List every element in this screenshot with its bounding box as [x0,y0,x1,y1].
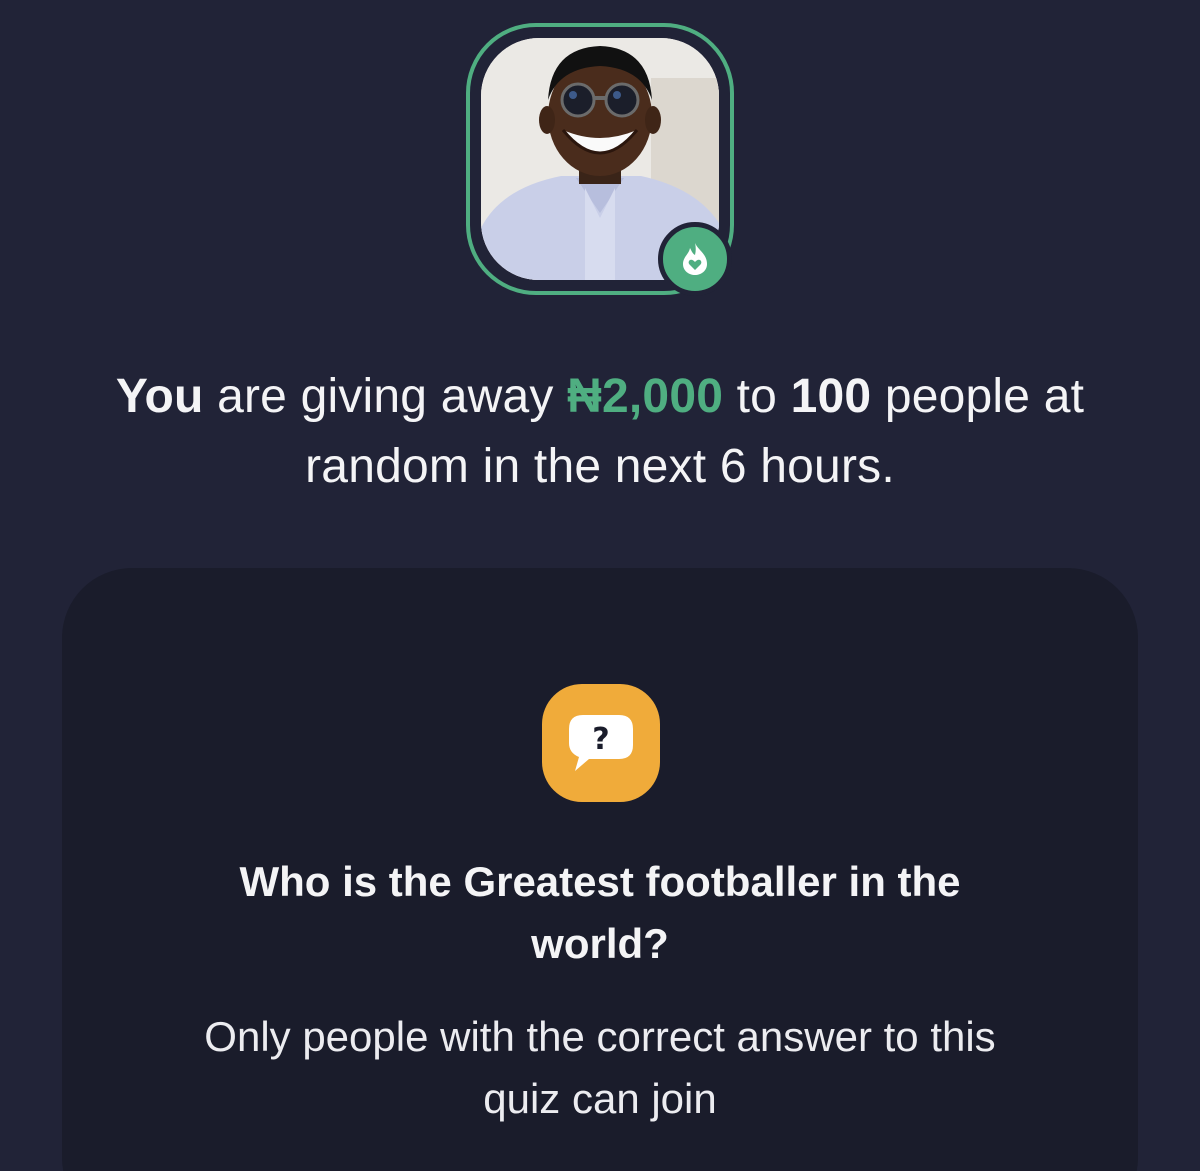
giveaway-screen: You are giving away ₦2,000 to 100 people… [0,0,1200,1171]
quiz-note: Only people with the correct answer to t… [204,1013,996,1122]
giveaway-amount: ₦2,000 [567,370,724,423]
recipient-count: 100 [790,370,872,423]
flame-heart-icon [658,222,732,296]
headline-text-2: to [723,370,791,423]
giveaway-headline: You are giving away ₦2,000 to 100 people… [60,362,1140,502]
svg-text:?: ? [592,722,609,757]
question-bubble-icon: ? [542,684,660,802]
headline-subject: You [115,370,204,423]
quiz-question: Who is the Greatest footballer in the wo… [239,858,961,967]
headline-text-1: are giving away [203,370,568,423]
quiz-card: ? Who is the Greatest footballer in the … [62,568,1138,1171]
